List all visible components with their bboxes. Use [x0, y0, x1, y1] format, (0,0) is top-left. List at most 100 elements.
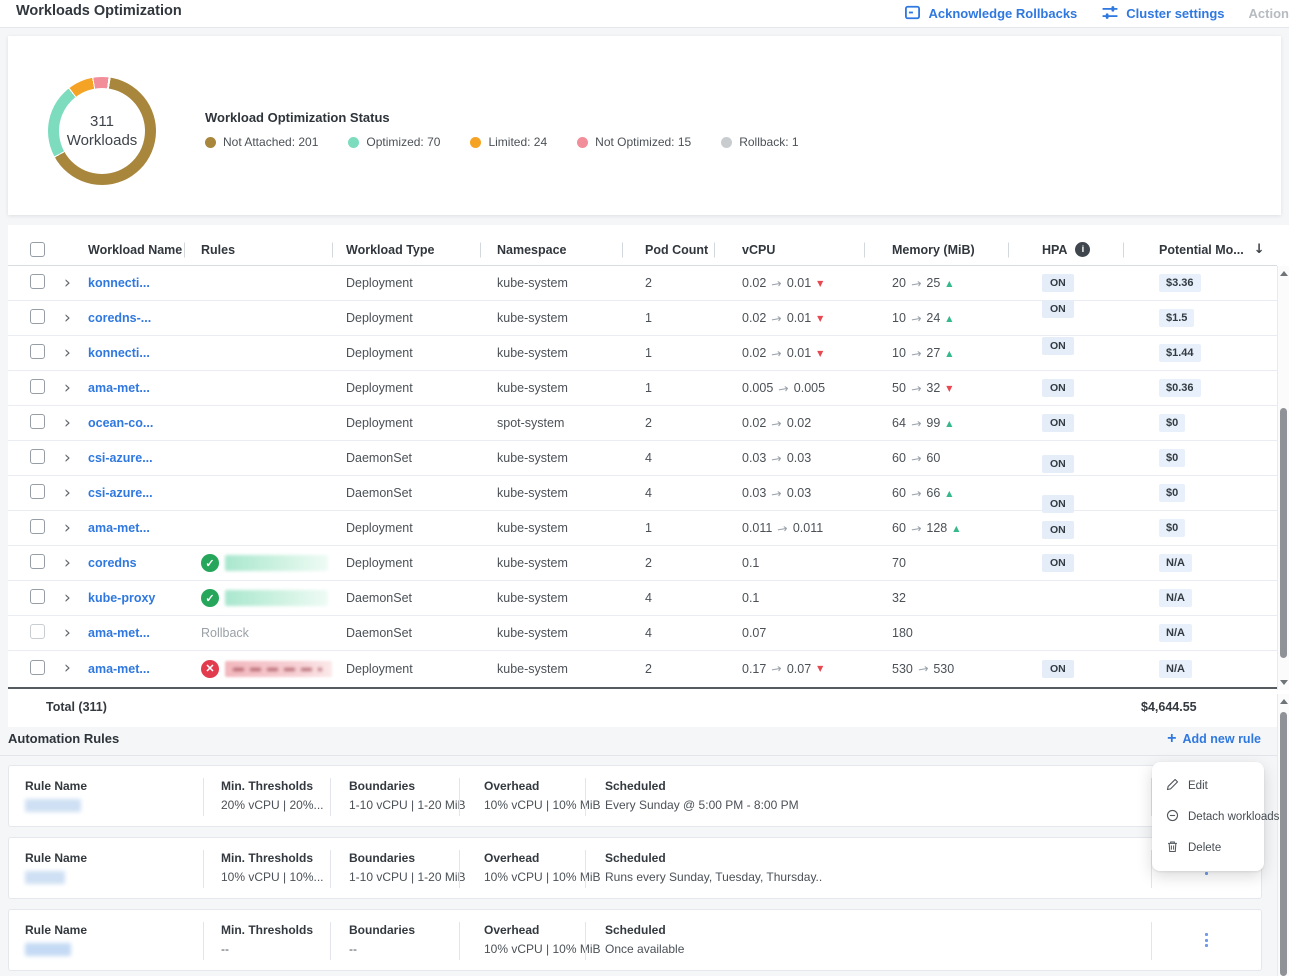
workload-name-link[interactable]: kube-proxy: [88, 591, 155, 605]
rule-name-redacted: [25, 943, 71, 956]
column-header[interactable]: Pod Count: [622, 233, 714, 266]
hpa-info-icon[interactable]: i: [1075, 242, 1090, 257]
rule-name-redacted: [25, 799, 81, 812]
cell-expand: ›: [56, 310, 84, 327]
column-header[interactable]: Rules: [184, 233, 332, 266]
cell-namespace: kube-system: [480, 626, 622, 640]
topbar-action-cluster-settings[interactable]: Cluster settings: [1101, 4, 1224, 24]
scrollbar-thumb[interactable]: [1280, 408, 1287, 658]
column-header-label: HPA: [1042, 243, 1067, 257]
column-header[interactable]: Workload Name: [84, 233, 184, 266]
rule-field: Boundaries--: [349, 923, 415, 956]
table-row: ›ama-met...Deploymentkube-system10.011→0…: [8, 511, 1277, 546]
menu-item-delete[interactable]: Delete: [1152, 832, 1264, 863]
expand-chevron-icon[interactable]: ›: [64, 623, 71, 643]
table-row: ›csi-azure...DaemonSetkube-system40.03→0…: [8, 476, 1277, 511]
cell-memory: 60→60: [864, 451, 1008, 466]
expand-chevron-icon[interactable]: ›: [64, 273, 71, 293]
expand-chevron-icon[interactable]: ›: [64, 518, 71, 538]
workload-name-link[interactable]: ama-met...: [88, 521, 150, 535]
field-divider: [585, 922, 586, 960]
column-header[interactable]: vCPU: [714, 233, 864, 266]
table-row: ›ama-met...Deploymentkube-system10.005→0…: [8, 371, 1277, 406]
row-checkbox[interactable]: [30, 449, 45, 464]
column-header: [8, 233, 56, 266]
expand-chevron-icon[interactable]: ›: [64, 413, 71, 433]
menu-item-edit[interactable]: Edit: [1152, 770, 1264, 801]
cell-workload-type: Deployment: [332, 311, 480, 325]
rule-field: Min. Thresholds--: [221, 923, 313, 956]
expand-chevron-icon[interactable]: ›: [64, 378, 71, 398]
trend-down-icon: ▼: [946, 384, 952, 393]
add-new-rule-button[interactable]: + Add new rule: [1167, 731, 1261, 747]
topbar-action-acknowledge-rollbacks[interactable]: Acknowledge Rollbacks: [904, 4, 1077, 24]
row-checkbox[interactable]: [30, 309, 45, 324]
trend-down-icon: ▼: [817, 279, 823, 288]
column-header[interactable]: Potential Mo...↓: [1123, 233, 1277, 266]
workload-name-link[interactable]: ocean-co...: [88, 416, 153, 430]
menu-item-detach-workloads[interactable]: Detach workloads: [1152, 801, 1264, 832]
row-checkbox[interactable]: [30, 379, 45, 394]
row-checkbox[interactable]: [30, 484, 45, 499]
workload-name-link[interactable]: ama-met...: [88, 662, 150, 676]
row-checkbox[interactable]: [30, 660, 45, 675]
metric-to: 66: [926, 486, 940, 500]
rule-menu-kebab-icon[interactable]: [1201, 929, 1212, 951]
column-header[interactable]: Memory (MiB): [864, 233, 1008, 266]
expand-chevron-icon[interactable]: ›: [64, 553, 71, 573]
rule-field-label: Rule Name: [25, 851, 87, 865]
row-checkbox[interactable]: [30, 624, 45, 639]
column-header[interactable]: Namespace: [480, 233, 622, 266]
page-scrollbar[interactable]: [1277, 694, 1289, 976]
table-scrollbar[interactable]: [1277, 266, 1289, 690]
column-header[interactable]: HPA i: [1008, 233, 1123, 266]
select-all-checkbox[interactable]: [30, 242, 45, 257]
donut-center-value: 311: [90, 112, 114, 131]
row-checkbox[interactable]: [30, 274, 45, 289]
workload-name-link[interactable]: konnecti...: [88, 276, 150, 290]
table-row: ›ocean-co...Deploymentspot-system20.02→0…: [8, 406, 1277, 441]
scrollbar-thumb[interactable]: [1280, 712, 1287, 976]
scroll-down-icon[interactable]: [1280, 680, 1288, 685]
row-checkbox[interactable]: [30, 589, 45, 604]
rule-success-icon: ✓: [201, 589, 219, 607]
expand-chevron-icon[interactable]: ›: [64, 658, 71, 678]
menu-item-label: Delete: [1188, 842, 1221, 854]
expand-chevron-icon[interactable]: ›: [64, 483, 71, 503]
rule-field-label: Overhead: [484, 779, 601, 793]
donut-center-label: Workloads: [67, 131, 138, 150]
sort-desc-icon[interactable]: ↓: [1254, 242, 1265, 257]
workload-name-link[interactable]: ama-met...: [88, 626, 150, 640]
metric-from: 0.02: [742, 416, 766, 430]
expand-chevron-icon[interactable]: ›: [64, 343, 71, 363]
workload-name-link[interactable]: csi-azure...: [88, 486, 153, 500]
cell-hpa: ON: [1008, 554, 1123, 572]
row-checkbox[interactable]: [30, 414, 45, 429]
cell-namespace: kube-system: [480, 556, 622, 570]
rule-field-value: 10% vCPU | 10% MiB: [484, 942, 601, 956]
hpa-status-badge: ON: [1042, 455, 1074, 473]
potential-savings-badge: $0: [1159, 519, 1185, 537]
metric-from: 60: [892, 486, 906, 500]
rule-field-label: Rule Name: [25, 923, 87, 937]
metric-to: 0.01: [787, 311, 811, 325]
rule-field-label: Scheduled: [605, 779, 799, 793]
rule-field: Boundaries1-10 vCPU | 1-20 MiB: [349, 779, 466, 812]
row-checkbox[interactable]: [30, 554, 45, 569]
workload-name-link[interactable]: ama-met...: [88, 381, 150, 395]
column-header[interactable]: Workload Type: [332, 233, 480, 266]
scroll-up-icon[interactable]: [1280, 699, 1288, 704]
row-checkbox[interactable]: [30, 519, 45, 534]
workload-name-link[interactable]: coredns: [88, 556, 137, 570]
workload-name-link[interactable]: konnecti...: [88, 346, 150, 360]
workload-name-link[interactable]: coredns-...: [88, 311, 151, 325]
workload-name-link[interactable]: csi-azure...: [88, 451, 153, 465]
expand-chevron-icon[interactable]: ›: [64, 588, 71, 608]
hpa-status-badge: ON: [1042, 274, 1074, 292]
potential-savings-badge: $3.36: [1159, 274, 1201, 292]
expand-chevron-icon[interactable]: ›: [64, 448, 71, 468]
row-checkbox[interactable]: [30, 344, 45, 359]
scroll-up-icon[interactable]: [1280, 271, 1288, 276]
cell-workload-name: kube-proxy: [84, 591, 184, 605]
expand-chevron-icon[interactable]: ›: [64, 308, 71, 328]
